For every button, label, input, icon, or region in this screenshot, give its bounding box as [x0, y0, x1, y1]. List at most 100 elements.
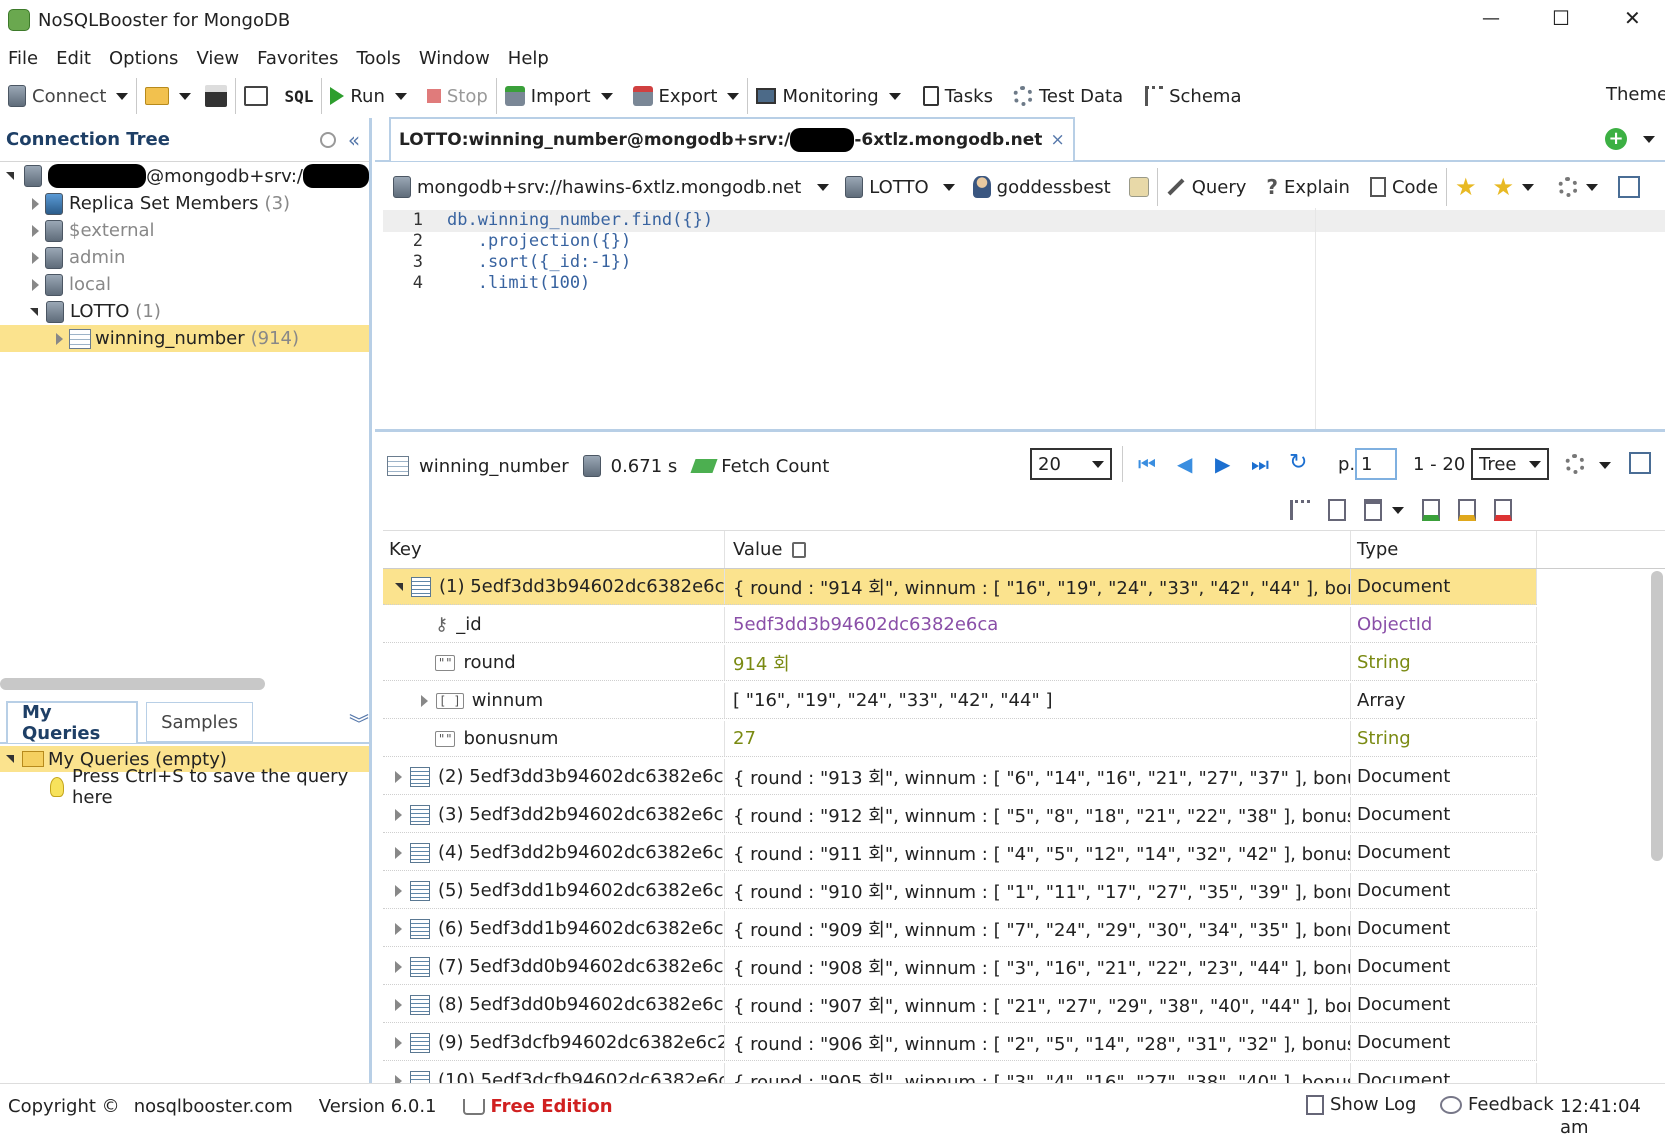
run-button[interactable]: Run [330, 86, 407, 107]
search-icon[interactable] [319, 131, 336, 148]
minimize-button[interactable]: — [1482, 8, 1500, 29]
free-edition-link[interactable]: Free Edition [462, 1096, 613, 1117]
expand-right-icon[interactable] [395, 770, 402, 783]
last-page-icon[interactable]: ⏭ [1251, 452, 1269, 476]
table-row[interactable]: (2) 5edf3dd3b94602dc6382e6c9 { round : "… [383, 759, 1537, 795]
table-row[interactable]: "" bonusnum 27 String [383, 721, 1537, 757]
expand-right-icon[interactable] [395, 960, 402, 973]
popout-icon[interactable] [1618, 176, 1641, 198]
tab-samples[interactable]: Samples [146, 702, 253, 742]
feedback-button[interactable]: Feedback [1440, 1094, 1554, 1115]
add-tab-icon[interactable]: + [1605, 128, 1627, 150]
close-button[interactable]: ✕ [1624, 6, 1641, 30]
grid-settings-icon[interactable] [1565, 454, 1585, 474]
table-row[interactable]: (3) 5edf3dd2b94602dc6382e6c8 { round : "… [383, 797, 1537, 833]
table-row[interactable]: (10) 5edf3dcfb94602dc6382e6c1 { round : … [383, 1063, 1537, 1083]
column-value[interactable]: Value [733, 539, 782, 560]
menu-help[interactable]: Help [508, 48, 549, 69]
page-size-select[interactable]: 20 [1030, 448, 1112, 480]
tree-root-connection[interactable]: @mongodb+srv:/ [0, 162, 369, 190]
table-row[interactable]: (7) 5edf3dd0b94602dc6382e6c4 { round : "… [383, 949, 1537, 985]
tree-item-admin[interactable]: admin [0, 244, 125, 271]
code-editor[interactable]: 1 db.winning_number.find({}) 2 .projectio… [383, 208, 1665, 430]
chevron-down-icon[interactable] [1586, 183, 1599, 191]
tab-my-queries[interactable]: My Queries [6, 701, 139, 744]
table-row[interactable]: (8) 5edf3dd0b94602dc6382e6c3 { round : "… [383, 987, 1537, 1023]
theme-button[interactable]: Theme [1606, 84, 1665, 105]
expand-right-icon[interactable] [421, 694, 428, 707]
tree-item-lotto[interactable]: LOTTO (1) [0, 298, 161, 325]
popout-icon[interactable] [1629, 452, 1651, 474]
export-button[interactable]: Export [632, 86, 740, 107]
tree-horizontal-scrollbar[interactable] [0, 678, 265, 690]
import-button[interactable]: Import [504, 86, 613, 107]
chevron-down-icon[interactable] [1643, 136, 1655, 143]
chevron-down-icon[interactable] [1599, 462, 1611, 469]
add-favorite-icon[interactable]: ★ [1455, 173, 1477, 201]
menu-edit[interactable]: Edit [56, 48, 91, 69]
column-type[interactable]: Type [1357, 539, 1398, 560]
role-icon[interactable] [1128, 177, 1149, 197]
query-button[interactable]: Query [1166, 177, 1246, 198]
tree-item-replica-set[interactable]: Replica Set Members (3) [0, 190, 290, 217]
schema-button[interactable]: Schema [1145, 86, 1241, 107]
edit-document-icon[interactable] [1364, 499, 1382, 521]
connect-button[interactable]: Connect [8, 85, 129, 107]
expand-down-icon[interactable] [6, 172, 14, 180]
settings-icon[interactable] [1558, 177, 1579, 197]
expand-right-icon[interactable] [32, 224, 39, 237]
menu-favorites[interactable]: Favorites [257, 48, 338, 69]
table-row[interactable]: (9) 5edf3dcfb94602dc6382e6c2 { round : "… [383, 1025, 1537, 1061]
save-icon[interactable] [205, 85, 228, 107]
table-row[interactable]: "" round 914 회 String [383, 645, 1537, 681]
monitoring-button[interactable]: Monitoring [756, 86, 901, 107]
shell-icon[interactable] [244, 86, 269, 106]
expand-right-icon[interactable] [56, 332, 63, 345]
insert-document-icon[interactable] [1422, 499, 1440, 521]
refresh-icon[interactable]: ↻ [1289, 450, 1307, 475]
menu-view[interactable]: View [196, 48, 239, 69]
update-document-icon[interactable] [1458, 499, 1476, 521]
first-page-icon[interactable]: ⏮ [1138, 452, 1156, 476]
expand-right-icon[interactable] [395, 846, 402, 859]
favorite-star-icon[interactable]: ★ [1493, 173, 1515, 201]
table-row[interactable]: (6) 5edf3dd1b94602dc6382e6c5 { round : "… [383, 911, 1537, 947]
expand-down-icon[interactable] [395, 582, 403, 591]
delete-document-icon[interactable] [1494, 499, 1512, 521]
menu-file[interactable]: File [8, 48, 38, 69]
expand-right-icon[interactable] [32, 197, 39, 210]
expand-right-icon[interactable] [395, 998, 402, 1011]
prev-page-icon[interactable]: ◀ [1177, 452, 1192, 476]
expand-right-icon[interactable] [395, 1036, 402, 1049]
expand-right-icon[interactable] [395, 922, 402, 935]
code-button[interactable]: Code [1369, 177, 1438, 198]
expand-right-icon[interactable] [395, 884, 402, 897]
sql-button[interactable]: SQL [284, 87, 313, 106]
expand-right-icon[interactable] [395, 1074, 402, 1083]
menu-options[interactable]: Options [109, 48, 178, 69]
table-row[interactable]: [ ] winnum [ "16", "19", "24", "33", "42"… [383, 683, 1537, 719]
tree-item-winning-number[interactable]: winning_number (914) [0, 325, 369, 352]
grid-vertical-scrollbar[interactable] [1651, 571, 1663, 861]
website-link[interactable]: nosqlbooster.com [134, 1096, 293, 1117]
table-row[interactable]: (4) 5edf3dd2b94602dc6382e6c7 { round : "… [383, 835, 1537, 871]
connection-selector[interactable]: mongodb+srv://hawins-6xtlz.mongodb.net [393, 176, 830, 198]
stop-button[interactable]: Stop [426, 86, 488, 107]
table-row[interactable]: (1) 5edf3dd3b94602dc6382e6ca { round : "… [383, 569, 1537, 605]
explain-button[interactable]: ? Explain [1266, 175, 1350, 199]
menu-window[interactable]: Window [419, 48, 490, 69]
expand-down-icon[interactable] [30, 307, 38, 316]
table-row[interactable]: ⚷ _id 5edf3dd3b94602dc6382e6ca ObjectId [383, 607, 1537, 643]
show-log-button[interactable]: Show Log [1306, 1094, 1416, 1115]
test-data-button[interactable]: Test Data [1012, 86, 1123, 107]
tree-item-local[interactable]: local [0, 271, 111, 298]
chevron-down-icon[interactable] [1522, 183, 1535, 191]
view-mode-select[interactable]: Tree [1471, 448, 1549, 480]
editor-tab-active[interactable]: LOTTO:winning_number@mongodb+srv:/ -6xtl… [389, 117, 1075, 161]
tab-close-icon[interactable]: × [1050, 130, 1064, 150]
tasks-button[interactable]: Tasks [922, 86, 993, 107]
table-row[interactable]: (5) 5edf3dd1b94602dc6382e6c6 { round : "… [383, 873, 1537, 909]
next-page-icon[interactable]: ▶ [1215, 452, 1230, 476]
maximize-button[interactable]: ☐ [1552, 6, 1570, 30]
menu-tools[interactable]: Tools [356, 48, 400, 69]
